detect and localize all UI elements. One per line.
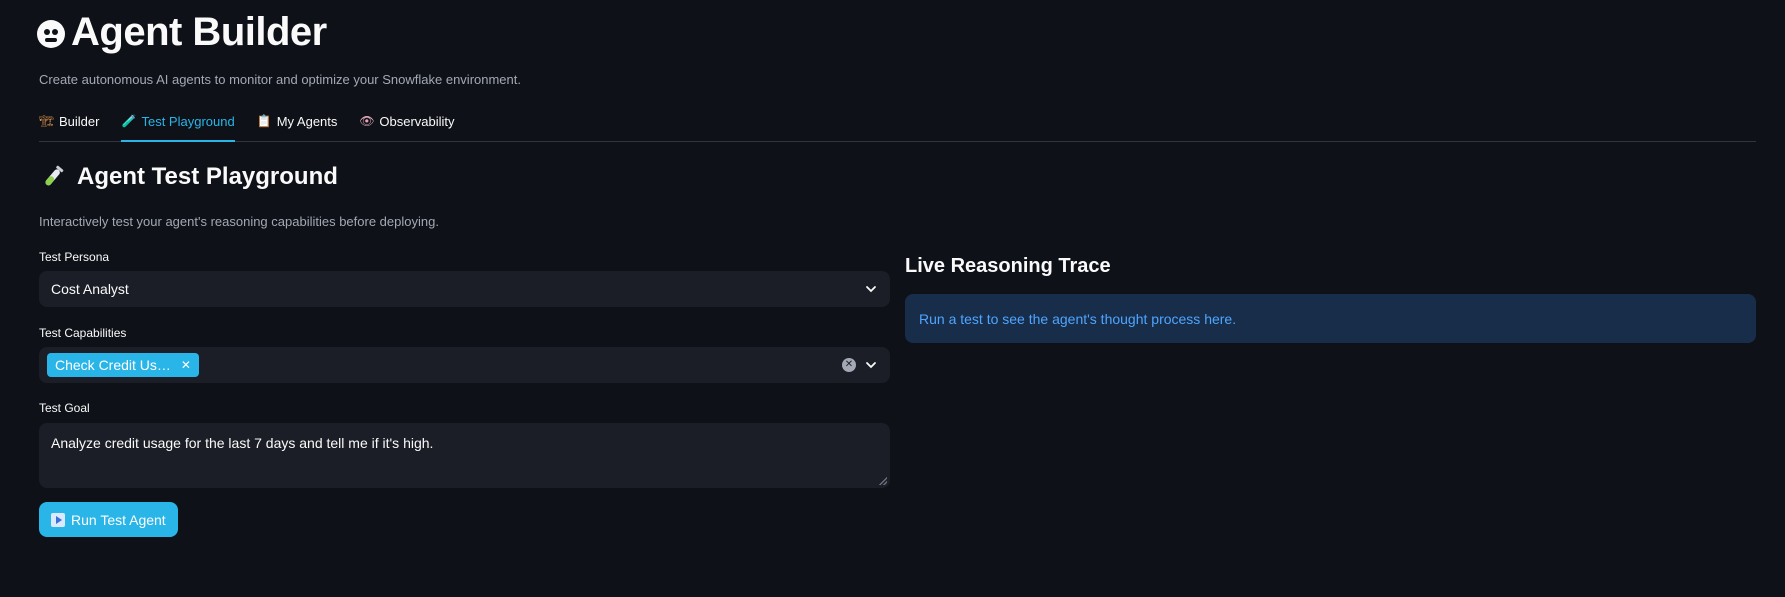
tab-label: Test Playground bbox=[141, 114, 235, 129]
trace-info-message: Run a test to see the agent's thought pr… bbox=[919, 310, 1237, 327]
crane-icon: 🏗 bbox=[39, 114, 55, 128]
trace-info-box: Run a test to see the agent's thought pr… bbox=[905, 294, 1756, 343]
clear-all-icon[interactable]: ✕ bbox=[842, 358, 856, 372]
capabilities-multiselect[interactable]: Check Credit Us… ✕ ✕ bbox=[39, 347, 890, 383]
capability-chip: Check Credit Us… ✕ bbox=[47, 353, 199, 377]
chip-label: Check Credit Us… bbox=[55, 357, 171, 373]
chevron-down-icon[interactable] bbox=[864, 282, 878, 296]
section-header: Agent Test Playground bbox=[39, 163, 338, 191]
persona-label: Test Persona bbox=[39, 250, 110, 264]
test-tube-icon: 🧪 bbox=[121, 114, 137, 128]
tab-bar: 🏗 Builder 🧪 Test Playground 📋 My Agents … bbox=[39, 106, 1756, 142]
section-subtitle: Interactively test your agent's reasonin… bbox=[39, 214, 439, 229]
tab-observability[interactable]: 👁 Observability bbox=[359, 106, 454, 141]
section-title: Agent Test Playground bbox=[77, 163, 338, 190]
page-title: Agent Builder bbox=[71, 10, 327, 54]
robot-face-icon bbox=[37, 20, 65, 48]
run-test-agent-button[interactable]: Run Test Agent bbox=[39, 502, 178, 537]
clipboard-icon: 📋 bbox=[256, 114, 272, 128]
goal-label: Test Goal bbox=[39, 401, 90, 415]
tab-label: My Agents bbox=[276, 114, 338, 129]
eye-icon: 👁 bbox=[359, 114, 375, 128]
tab-label: Observability bbox=[379, 114, 455, 129]
tab-label: Builder bbox=[59, 114, 100, 129]
page-header: Agent Builder bbox=[37, 8, 327, 56]
persona-select[interactable]: Cost Analyst bbox=[39, 271, 890, 307]
page-subtitle: Create autonomous AI agents to monitor a… bbox=[39, 72, 521, 87]
tab-my-agents[interactable]: 📋 My Agents bbox=[257, 106, 338, 141]
capabilities-label: Test Capabilities bbox=[39, 326, 127, 340]
trace-title: Live Reasoning Trace bbox=[905, 255, 1111, 277]
test-tube-icon bbox=[45, 165, 64, 186]
goal-value: Analyze credit usage for the last 7 days… bbox=[51, 435, 434, 451]
play-icon bbox=[51, 512, 65, 527]
tab-builder[interactable]: 🏗 Builder bbox=[39, 106, 99, 141]
chevron-down-icon[interactable] bbox=[864, 358, 878, 372]
run-button-label: Run Test Agent bbox=[71, 511, 166, 528]
goal-textarea[interactable]: Analyze credit usage for the last 7 days… bbox=[39, 423, 890, 488]
chip-remove-icon[interactable]: ✕ bbox=[181, 358, 191, 372]
persona-value: Cost Analyst bbox=[51, 281, 129, 297]
tab-test-playground[interactable]: 🧪 Test Playground bbox=[121, 106, 235, 142]
resize-handle[interactable] bbox=[879, 477, 887, 485]
app-root: Agent Builder Create autonomous AI agent… bbox=[0, 0, 1785, 597]
